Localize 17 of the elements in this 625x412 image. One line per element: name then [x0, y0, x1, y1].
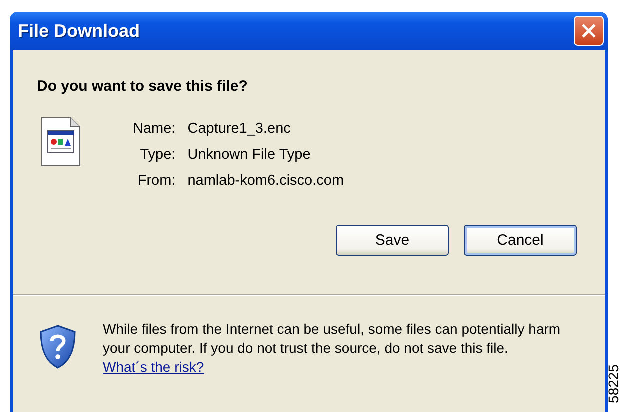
close-button[interactable]: [574, 16, 604, 46]
field-label: Type:: [139, 147, 176, 163]
risk-link[interactable]: What´s the risk?: [103, 359, 204, 375]
field-label: From:: [136, 173, 176, 189]
field-value: namlab-kom6.cisco.com: [188, 173, 344, 189]
figure-number: 58225: [606, 364, 622, 404]
close-icon: [582, 24, 596, 38]
cancel-button[interactable]: Cancel: [464, 225, 577, 256]
window-title: File Download: [18, 20, 140, 42]
field-label: Name:: [133, 121, 176, 137]
save-button[interactable]: Save: [336, 225, 449, 256]
dialog-question: Do you want to save this file?: [37, 78, 249, 95]
field-value: Capture1_3.enc: [188, 121, 292, 137]
field-value: Unknown File Type: [188, 147, 312, 163]
file-icon: [41, 117, 81, 167]
warning-text: While files from the Internet can be useful, some files can potentially harm your computer. If you do not trust the source, do not save this file. What´s the risk?: [103, 320, 562, 377]
shield-question-icon: [38, 324, 78, 370]
